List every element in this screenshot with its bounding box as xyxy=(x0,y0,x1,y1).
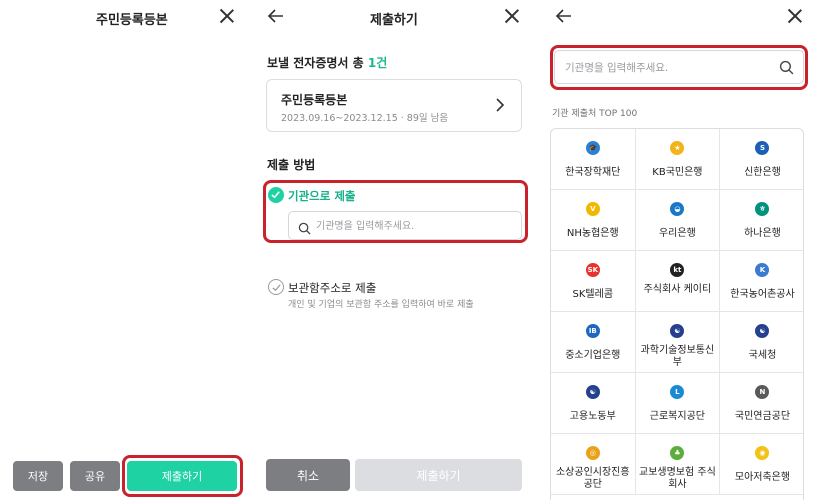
highlight-box xyxy=(550,45,808,90)
institution-logo-icon: ◒ xyxy=(670,202,685,216)
document-count-heading: 보낼 전자증명서 총 1건 xyxy=(267,56,388,70)
institution-logo-icon: kt xyxy=(670,263,685,277)
institution-item[interactable]: ◎ 소상공인시장진흥공단 xyxy=(551,434,636,495)
institution-name: 주식회사 케이티 xyxy=(643,284,712,295)
institution-item[interactable]: 🎓 한국장학재단 xyxy=(551,129,636,190)
document-card[interactable]: 주민등록등본 2023.09.16~2023.12.15 · 89일 남음 xyxy=(266,79,522,132)
box-option-description: 개인 및 기업의 보관함 주소를 입력하여 바로 제출 xyxy=(288,300,474,310)
institution-grid: 🎓 한국장학재단 ★ KB국민은행 S 신한은행 V NH농협은행 ◒ 우리은행 ㅎ 하나은행 SK SK… xyxy=(550,128,804,500)
institution-name: 하나은행 xyxy=(744,228,781,239)
close-icon[interactable] xyxy=(218,7,236,25)
institution-logo-icon: ◎ xyxy=(585,446,600,460)
institution-name: 교보생명보험 주식회사 xyxy=(639,467,716,490)
institution-item[interactable]: ♣ 교보생명보험 주식회사 xyxy=(635,434,721,495)
method-heading: 제출 방법 xyxy=(267,158,316,172)
institution-name: 고용노동부 xyxy=(569,411,616,422)
institution-item[interactable]: K 한국농어촌공사 xyxy=(720,251,803,312)
highlight-box xyxy=(263,180,528,243)
share-button[interactable]: 공유 xyxy=(70,461,120,491)
institution-logo-icon: IB xyxy=(585,324,600,338)
submit-method-panel: 제출하기 보낼 전자증명서 총 1건 주민등록등본 2023.09.16~202… xyxy=(252,0,534,500)
document-count: 1건 xyxy=(367,56,388,70)
institution-logo-icon: V xyxy=(585,202,600,216)
close-icon[interactable] xyxy=(786,7,804,25)
institution-name: 모아저축은행 xyxy=(734,472,791,483)
institution-item[interactable]: IB 중소기업은행 xyxy=(551,312,636,373)
institution-name: KB국민은행 xyxy=(652,167,703,178)
institution-item[interactable]: ◉ 모아저축은행 xyxy=(720,434,803,495)
institution-item[interactable]: ☯ 과학기술정보통신부 xyxy=(635,312,721,373)
box-option-label[interactable]: 보관함주소로 제출 xyxy=(288,280,376,296)
back-arrow-icon[interactable] xyxy=(554,6,574,26)
institution-item[interactable]: ☯ 고용노동부 xyxy=(551,373,636,434)
institution-name: NH농협은행 xyxy=(566,228,619,239)
institution-item[interactable]: ★ KB국민은행 xyxy=(635,129,721,190)
box-option-check-icon[interactable] xyxy=(268,279,284,295)
institution-name: 한국장학재단 xyxy=(565,167,621,178)
institution-item[interactable]: SK SK텔레콤 xyxy=(551,251,636,312)
institution-name: 국민연금공단 xyxy=(734,411,791,422)
top-institutions-label: 기관 제출처 TOP 100 xyxy=(552,109,638,119)
institution-item[interactable]: ☯ 국세청 xyxy=(720,312,803,373)
page-title: 주민등록등본 xyxy=(96,13,168,28)
institution-name: 근로복지공단 xyxy=(649,411,705,422)
institution-name: 한국농어촌공사 xyxy=(730,289,795,300)
institution-logo-icon: ㅎ xyxy=(755,202,770,216)
document-view-panel: 주민등록등본 저장 공유 제출하기 xyxy=(0,0,252,500)
institution-name: 신한은행 xyxy=(744,167,781,178)
institution-name: 과학기술정보통신부 xyxy=(640,345,715,368)
submit-button-disabled[interactable]: 제출하기 xyxy=(355,459,522,491)
institution-logo-icon: ☯ xyxy=(755,324,770,338)
institution-name: SK텔레콤 xyxy=(572,289,614,300)
institution-logo-icon: ◉ xyxy=(755,446,770,460)
institution-item[interactable]: kt 주식회사 케이티 xyxy=(635,251,721,312)
institution-logo-icon: SK xyxy=(585,263,600,277)
institution-logo-icon: S xyxy=(755,141,770,155)
page-title: 제출하기 xyxy=(370,13,418,28)
institution-logo-icon: N xyxy=(755,385,770,399)
institution-item[interactable]: N 국민연금공단 xyxy=(720,373,803,434)
institution-item[interactable]: S 신한은행 xyxy=(720,129,803,190)
document-title: 주민등록등본 xyxy=(281,93,348,107)
close-icon[interactable] xyxy=(503,7,521,25)
institution-logo-icon: ♣ xyxy=(670,446,685,460)
agency-search-panel: 기관 제출처 TOP 100 🎓 한국장학재단 ★ KB국민은행 S 신한은행 V NH농협은… xyxy=(534,0,820,500)
highlight-box xyxy=(122,455,243,497)
institution-logo-icon: K xyxy=(755,263,770,277)
chevron-right-icon xyxy=(493,97,507,112)
institution-item[interactable]: ◒ 우리은행 xyxy=(635,190,721,251)
institution-logo-icon: ☯ xyxy=(670,324,685,338)
institution-name: 우리은행 xyxy=(658,228,696,239)
institution-logo-icon: ☯ xyxy=(585,385,600,399)
institution-item[interactable]: V NH농협은행 xyxy=(551,190,636,251)
institution-name: 국세청 xyxy=(748,350,777,361)
institution-logo-icon: ★ xyxy=(670,141,685,155)
institution-item[interactable]: L 근로복지공단 xyxy=(635,373,721,434)
document-validity: 2023.09.16~2023.12.15 · 89일 남음 xyxy=(281,113,449,124)
cancel-button[interactable]: 취소 xyxy=(266,459,350,491)
institution-logo-icon: L xyxy=(670,385,685,399)
back-arrow-icon[interactable] xyxy=(266,6,286,26)
institution-name: 소상공인시장진흥공단 xyxy=(555,467,630,490)
save-button[interactable]: 저장 xyxy=(13,461,63,491)
institution-name: 중소기업은행 xyxy=(565,350,621,361)
institution-item[interactable]: ㅎ 하나은행 xyxy=(720,190,803,251)
institution-logo-icon: 🎓 xyxy=(585,141,600,155)
